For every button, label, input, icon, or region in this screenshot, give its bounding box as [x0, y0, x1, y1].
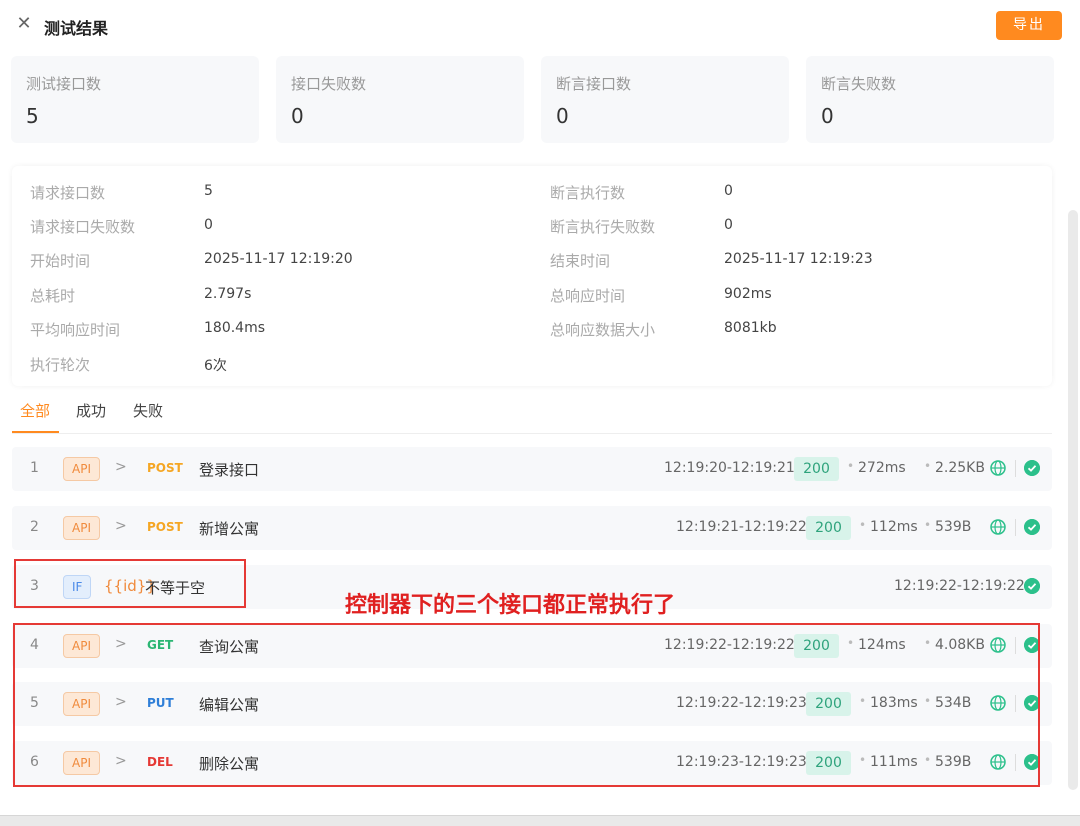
time-range: 12:19:20-12:19:21: [664, 460, 795, 476]
globe-icon[interactable]: [990, 519, 1006, 535]
api-tag: API: [63, 516, 100, 540]
close-icon[interactable]: ✕: [14, 14, 34, 34]
summary-panel: 请求接口数 5 请求接口失败数 0 开始时间 2025-11-17 12:19:…: [12, 166, 1052, 386]
info-value: 6次: [204, 358, 227, 374]
annotation-box-if: [14, 559, 246, 608]
method-label: POST: [147, 461, 183, 475]
annotation-box-children: [13, 623, 1040, 787]
time-range: 12:19:21-12:19:22: [676, 519, 807, 535]
info-label: 结束时间: [550, 252, 611, 270]
row-index: 1: [30, 460, 39, 476]
separator-dot: •: [847, 459, 855, 473]
info-label: 平均响应时间: [30, 321, 121, 339]
separator-dot: •: [859, 518, 867, 532]
active-tab-indicator: [12, 431, 59, 433]
separator-dot: •: [924, 459, 932, 473]
status-code-badge: 200: [794, 457, 839, 481]
chevron-right-icon[interactable]: >: [115, 518, 127, 534]
tab-all[interactable]: 全部: [20, 400, 50, 421]
export-button[interactable]: 导出: [996, 11, 1062, 40]
annotation-text: 控制器下的三个接口都正常执行了: [345, 593, 676, 618]
divider: [1015, 519, 1016, 536]
divider: [1015, 460, 1016, 477]
status-code-badge: 200: [806, 516, 851, 540]
result-row[interactable]: 2 API > POST 新增公寓 12:19:21-12:19:22 200 …: [12, 506, 1052, 550]
info-value: 0: [724, 183, 733, 199]
stat-card-assert-failed: 断言失败数 0: [806, 56, 1054, 143]
info-label: 总响应时间: [550, 287, 626, 305]
info-label: 开始时间: [30, 252, 91, 270]
globe-icon[interactable]: [990, 460, 1006, 476]
success-check-icon: [1024, 460, 1040, 476]
stat-value: 5: [26, 104, 39, 128]
page-title: 测试结果: [44, 19, 109, 38]
stat-label: 断言接口数: [556, 75, 632, 93]
tab-success[interactable]: 成功: [76, 400, 106, 421]
stat-card-assert: 断言接口数 0: [541, 56, 789, 143]
info-value: 902ms: [724, 286, 772, 302]
method-label: POST: [147, 520, 183, 534]
separator-dot: •: [924, 518, 932, 532]
time-range: 12:19:22-12:19:22: [894, 578, 1025, 594]
response-time: 272ms: [858, 460, 906, 476]
info-value: 0: [204, 217, 213, 233]
tab-failed[interactable]: 失败: [133, 400, 163, 421]
info-label: 断言执行数: [550, 184, 626, 202]
stat-card-tested: 测试接口数 5: [11, 56, 259, 143]
info-value: 5: [204, 183, 213, 199]
stat-value: 0: [821, 104, 834, 128]
info-value: 180.4ms: [204, 320, 266, 336]
stat-value: 0: [291, 104, 304, 128]
row-index: 2: [30, 519, 39, 535]
success-check-icon: [1024, 578, 1040, 594]
stat-label: 接口失败数: [291, 75, 367, 93]
stat-card-failed: 接口失败数 0: [276, 56, 524, 143]
api-tag: API: [63, 457, 100, 481]
info-label: 总耗时: [30, 287, 76, 305]
info-value: 8081kb: [724, 320, 777, 336]
result-tabs: 全部 成功 失败: [12, 394, 1052, 434]
result-row[interactable]: 1 API > POST 登录接口 12:19:20-12:19:21 200 …: [12, 447, 1052, 491]
dialog-header: ✕ 测试结果 导出: [0, 0, 1080, 50]
api-name: 登录接口: [199, 461, 260, 479]
info-value: 0: [724, 217, 733, 233]
info-label: 请求接口失败数: [30, 218, 136, 236]
scrollbar[interactable]: [1068, 210, 1078, 790]
stat-value: 0: [556, 104, 569, 128]
info-value: 2025-11-17 12:19:20: [204, 251, 353, 267]
response-time: 112ms: [870, 519, 918, 535]
success-check-icon: [1024, 519, 1040, 535]
info-label: 断言执行失败数: [550, 218, 656, 236]
info-label: 请求接口数: [30, 184, 106, 202]
info-value: 2025-11-17 12:19:23: [724, 251, 873, 267]
stat-label: 测试接口数: [26, 75, 102, 93]
chevron-right-icon[interactable]: >: [115, 459, 127, 475]
response-size: 539B: [935, 519, 972, 535]
info-label: 总响应数据大小: [550, 321, 656, 339]
response-size: 2.25KB: [935, 460, 985, 476]
bottom-bar: [0, 815, 1080, 826]
info-value: 2.797s: [204, 286, 252, 302]
info-label: 执行轮次: [30, 356, 91, 374]
api-name: 新增公寓: [199, 520, 260, 538]
stat-label: 断言失败数: [821, 75, 897, 93]
